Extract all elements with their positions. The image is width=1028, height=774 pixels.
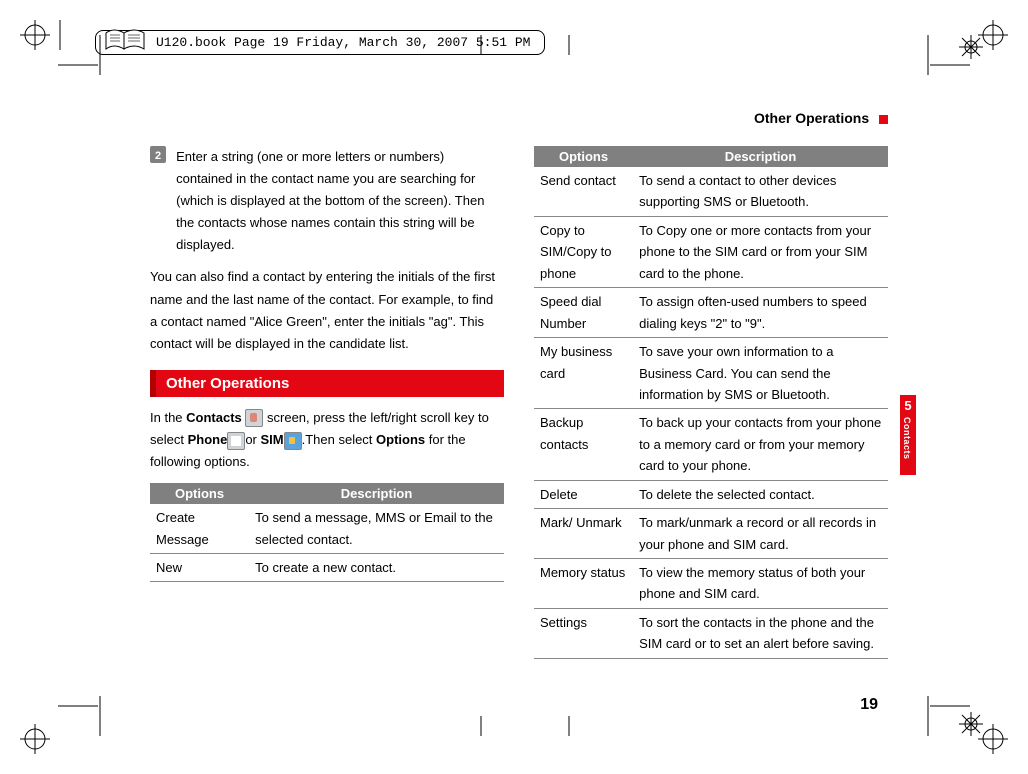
step-number: 2 [150,146,166,163]
table-row: Create Message To send a message, MMS or… [150,504,504,553]
table-row: SettingsTo sort the contacts in the phon… [534,608,888,658]
right-column: Options Description Send contactTo send … [534,146,888,659]
step-2: 2 Enter a string (one or more letters or… [150,146,504,256]
header-text: U120.book Page 19 Friday, March 30, 2007… [156,35,530,50]
crop-line [554,716,584,739]
table-row: Mark/ UnmarkTo mark/unmark a record or a… [534,509,888,559]
table-row: Copy to SIM/Copy to phoneTo Copy one or … [534,216,888,287]
crop-line [58,55,98,78]
accent-square-icon [879,115,888,124]
crop-line [58,696,98,719]
chapter-tab: 5 Contacts [900,395,916,475]
table-row: Send contactTo send a contact to other d… [534,167,888,216]
page-number: 19 [860,696,878,714]
sim-icon [284,432,302,450]
crop-line [930,55,970,78]
table-row: Speed dial NumberTo assign often-used nu… [534,288,888,338]
chapter-label: Contacts [902,417,912,460]
phone-icon [227,432,245,450]
crop-line [466,716,496,739]
running-head: Other Operations [150,110,888,126]
contacts-instructions: In the Contacts screen, press the left/r… [150,407,504,473]
col-header-description: Description [249,483,504,504]
options-table-right: Options Description Send contactTo send … [534,146,888,659]
contacts-icon [245,409,263,427]
book-icon [104,25,146,55]
section-heading: Other Operations [150,370,504,397]
crop-line [554,35,584,58]
page-content: Other Operations 2 Enter a string (one o… [150,110,888,674]
crop-line [930,696,970,719]
left-column: 2 Enter a string (one or more letters or… [150,146,504,659]
framemaker-header: U120.book Page 19 Friday, March 30, 2007… [95,30,545,55]
table-row: Memory statusTo view the memory status o… [534,559,888,609]
table-row: DeleteTo delete the selected contact. [534,480,888,508]
running-head-text: Other Operations [754,110,869,126]
chapter-number: 5 [900,395,916,413]
intro-paragraph: You can also find a contact by entering … [150,266,504,354]
col-header-description: Description [633,146,888,167]
section-title: Other Operations [160,375,289,392]
table-row: New To create a new contact. [150,554,504,582]
options-table-left: Options Description Create Message To se… [150,483,504,582]
step-text: Enter a string (one or more letters or n… [176,146,504,256]
col-header-options: Options [534,146,633,167]
table-row: Backup contactsTo back up your contacts … [534,409,888,480]
table-row: My business cardTo save your own informa… [534,338,888,409]
col-header-options: Options [150,483,249,504]
